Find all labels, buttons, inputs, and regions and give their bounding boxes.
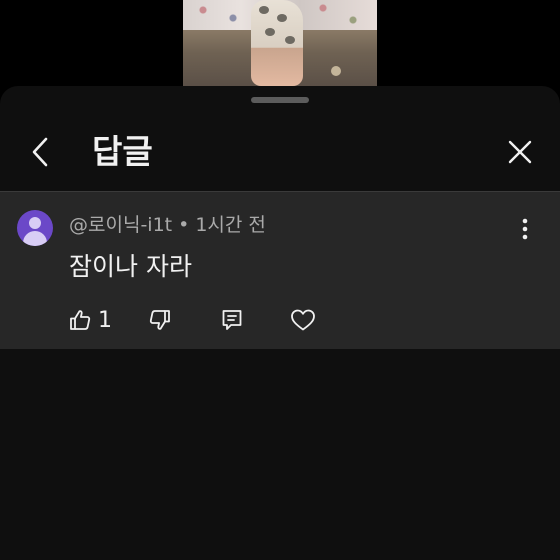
comment-author[interactable]: @로이닉-i1t — [69, 214, 172, 236]
back-button[interactable] — [22, 134, 58, 170]
comment-card: @로이닉-i1t • 1시간 전 잠이나 자라 1 — [0, 192, 560, 349]
avatar-head — [29, 217, 41, 229]
video-player[interactable] — [183, 0, 377, 86]
reply-comment-icon — [222, 310, 242, 330]
close-icon — [508, 140, 532, 164]
video-person — [251, 0, 303, 86]
comment-actions: 1 — [0, 300, 560, 340]
sheet-header: 답글 — [0, 116, 560, 190]
heart-button[interactable] — [290, 300, 316, 340]
comment-text: 잠이나 자라 — [69, 252, 192, 281]
thumbs-up-icon — [70, 310, 91, 330]
video-drawer-knob — [331, 66, 341, 76]
avatar[interactable] — [17, 210, 53, 246]
comment-time: 1시간 전 — [195, 214, 266, 236]
avatar-body — [23, 231, 47, 246]
close-button[interactable] — [502, 134, 538, 170]
like-button[interactable]: 1 — [68, 300, 112, 340]
dislike-button[interactable] — [148, 300, 172, 340]
comment-meta: @로이닉-i1t • 1시간 전 — [69, 212, 266, 238]
more-vertical-icon — [522, 218, 528, 240]
meta-separator: • — [178, 214, 190, 236]
thumbs-down-icon — [149, 310, 170, 330]
more-options-button[interactable] — [510, 214, 540, 244]
drag-handle[interactable] — [251, 97, 309, 103]
like-count: 1 — [98, 307, 112, 333]
chevron-left-icon — [32, 137, 48, 167]
reply-button[interactable] — [220, 300, 244, 340]
screen: 답글 @로이닉-i1t • 1시간 전 잠이나 자라 1 — [0, 0, 560, 560]
sheet-title: 답글 — [92, 132, 153, 171]
replies-sheet: 답글 @로이닉-i1t • 1시간 전 잠이나 자라 1 — [0, 86, 560, 560]
heart-icon — [291, 309, 315, 331]
